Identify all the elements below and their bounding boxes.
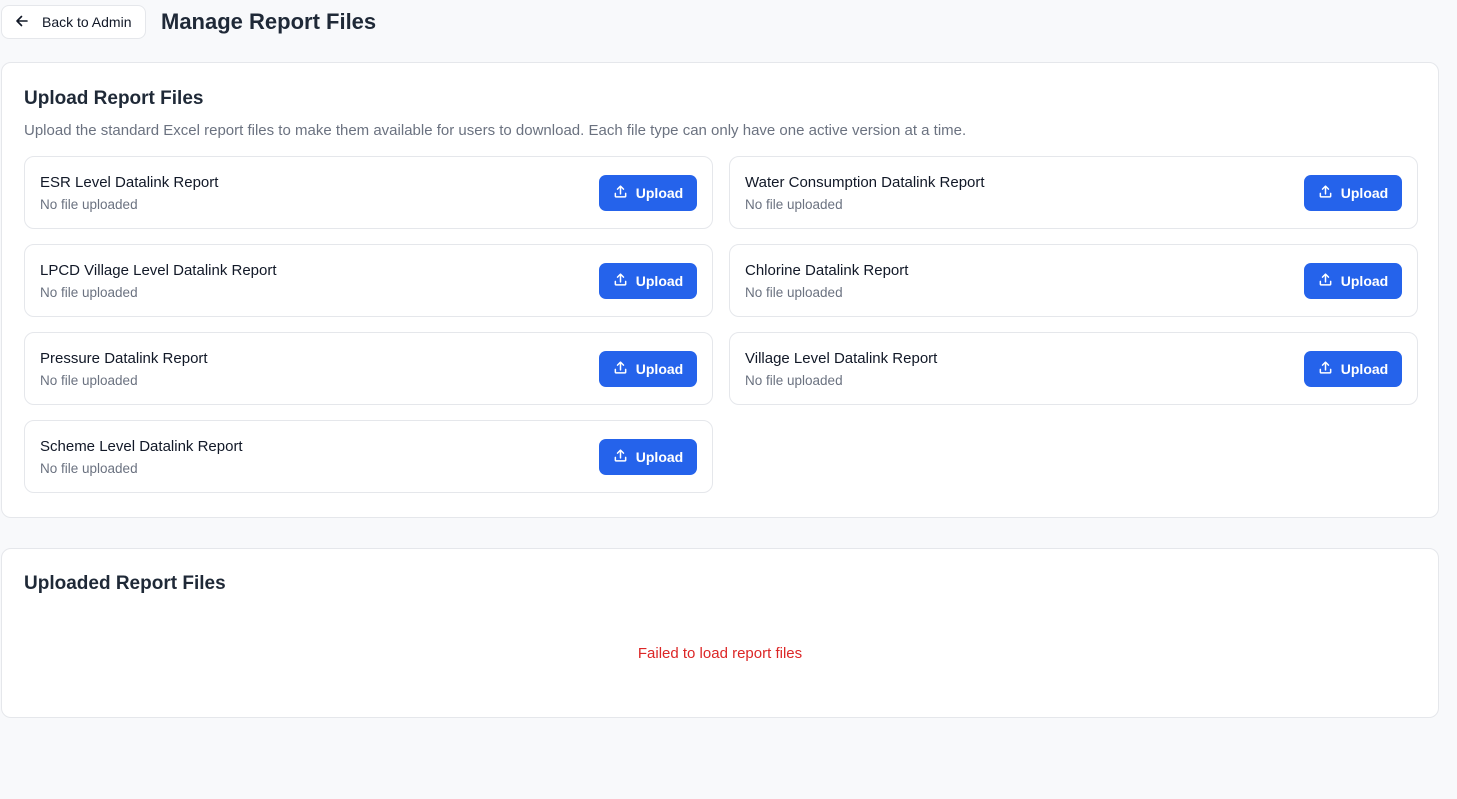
upload-section-description: Upload the standard Excel report files t… [24, 122, 967, 139]
report-file-status: No file uploaded [40, 373, 138, 388]
report-file-status: No file uploaded [40, 197, 138, 212]
upload-label: Upload [635, 449, 684, 465]
upload-icon [613, 360, 628, 378]
upload-label: Upload [635, 185, 684, 201]
report-file-status: No file uploaded [40, 461, 138, 476]
report-file-item: LPCD Village Level Datalink Report No fi… [24, 244, 713, 317]
upload-label: Upload [1340, 361, 1389, 377]
report-file-name: Chlorine Datalink Report [745, 262, 909, 279]
upload-label: Upload [1340, 273, 1389, 289]
report-file-item: Scheme Level Datalink Report No file upl… [24, 420, 713, 493]
upload-button[interactable]: Upload [599, 351, 697, 387]
uploaded-report-files-card: Uploaded Report Files Failed to load rep… [1, 548, 1439, 718]
report-file-item: Water Consumption Datalink Report No fil… [729, 156, 1418, 229]
report-file-status: No file uploaded [40, 285, 138, 300]
upload-icon [1318, 360, 1333, 378]
upload-icon [613, 448, 628, 466]
report-file-name: Scheme Level Datalink Report [40, 438, 243, 455]
upload-icon [1318, 272, 1333, 290]
upload-button[interactable]: Upload [599, 175, 697, 211]
upload-section-title: Upload Report Files [24, 88, 204, 109]
report-file-name: LPCD Village Level Datalink Report [40, 262, 277, 279]
report-file-status: No file uploaded [745, 373, 843, 388]
upload-label: Upload [1340, 185, 1389, 201]
upload-label: Upload [635, 273, 684, 289]
report-file-grid: ESR Level Datalink Report No file upload… [24, 156, 1418, 493]
arrow-left-icon [14, 13, 30, 32]
report-file-name: ESR Level Datalink Report [40, 174, 219, 191]
error-message: Failed to load report files [637, 645, 803, 662]
report-file-item: Pressure Datalink Report No file uploade… [24, 332, 713, 405]
upload-button[interactable]: Upload [1304, 175, 1402, 211]
upload-button[interactable]: Upload [1304, 351, 1402, 387]
report-file-status: No file uploaded [745, 197, 843, 212]
uploaded-section-title: Uploaded Report Files [24, 573, 226, 594]
upload-report-files-card: Upload Report Files Upload the standard … [1, 62, 1439, 518]
report-file-name: Water Consumption Datalink Report [745, 174, 985, 191]
upload-label: Upload [635, 361, 684, 377]
report-file-item: Chlorine Datalink Report No file uploade… [729, 244, 1418, 317]
report-file-item: ESR Level Datalink Report No file upload… [24, 156, 713, 229]
report-file-name: Village Level Datalink Report [745, 350, 938, 367]
report-file-status: No file uploaded [745, 285, 843, 300]
upload-icon [613, 184, 628, 202]
report-file-item: Village Level Datalink Report No file up… [729, 332, 1418, 405]
back-to-admin-button[interactable]: Back to Admin [1, 5, 146, 39]
upload-button[interactable]: Upload [599, 263, 697, 299]
upload-button[interactable]: Upload [1304, 263, 1402, 299]
top-bar: Back to Admin Manage Report Files [0, 5, 376, 39]
page-title: Manage Report Files [161, 9, 377, 34]
upload-button[interactable]: Upload [599, 439, 697, 475]
back-to-admin-label: Back to Admin [42, 14, 132, 30]
report-file-name: Pressure Datalink Report [40, 350, 208, 367]
upload-icon [613, 272, 628, 290]
upload-icon [1318, 184, 1333, 202]
